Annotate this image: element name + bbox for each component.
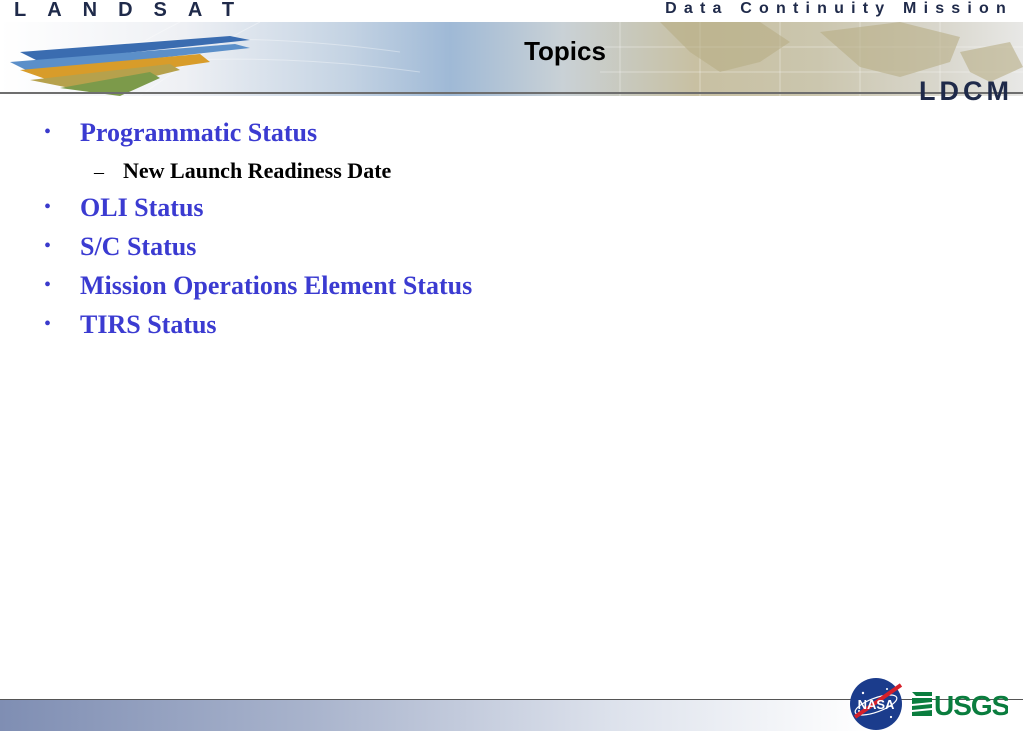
mission-wordmark: Data Continuity Mission — [665, 0, 1013, 17]
bullet-label: Programmatic Status — [80, 118, 318, 147]
bullet-label: S/C Status — [80, 232, 197, 261]
banner-divider — [0, 92, 1023, 94]
usgs-logo: USGS — [912, 690, 1008, 720]
nasa-logo: NASA — [850, 678, 903, 730]
bullet-marker: • — [44, 313, 52, 335]
ldcm-logo: LDCM — [919, 76, 1013, 106]
slide-title: Topics — [524, 36, 606, 66]
sub-bullet-label: New Launch Readiness Date — [123, 158, 392, 183]
top-strip: LANDSAT Data Continuity Mission — [0, 0, 1023, 22]
bullet-marker: • — [44, 196, 52, 218]
bullet-label: OLI Status — [80, 193, 204, 222]
bullet-marker: • — [44, 121, 52, 143]
nasa-wordmark: NASA — [858, 697, 895, 712]
bullet-label: TIRS Status — [80, 310, 217, 339]
bullet-marker: • — [44, 235, 52, 257]
bullet-marker: • — [44, 274, 52, 296]
sub-bullet-marker: – — [94, 161, 104, 183]
landsat-wordmark: LANDSAT — [14, 0, 256, 21]
bullet-label: Mission Operations Element Status — [80, 271, 473, 300]
usgs-wordmark: USGS — [934, 690, 1008, 720]
